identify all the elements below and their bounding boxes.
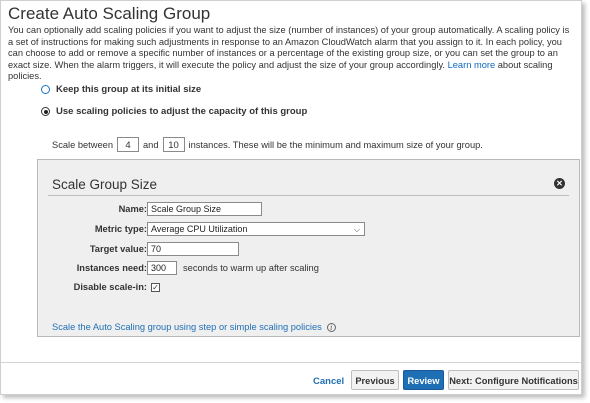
chevron-down-icon: ⌵ bbox=[353, 225, 360, 234]
wizard-page: Create Auto Scaling Group You can option… bbox=[0, 0, 582, 395]
warmup-seconds-input[interactable]: 300 bbox=[147, 261, 177, 275]
disable-scale-in-label: Disable scale-in: bbox=[73, 282, 147, 292]
metric-type-select[interactable]: Average CPU Utilization ⌵ bbox=[147, 222, 365, 236]
target-value-label: Target value: bbox=[89, 244, 147, 254]
info-icon[interactable]: i bbox=[326, 322, 336, 332]
scale-group-size-panel: Scale Group Size ✕ Name: Scale Group Siz… bbox=[37, 159, 580, 337]
page-title: Create Auto Scaling Group bbox=[8, 4, 211, 23]
panel-divider bbox=[48, 195, 569, 196]
use-policies-radio[interactable] bbox=[41, 107, 50, 116]
page-description: You can optionally add scaling policies … bbox=[8, 25, 576, 83]
scale-prefix: Scale between bbox=[52, 139, 113, 150]
warmup-suffix: seconds to warm up after scaling bbox=[183, 263, 319, 273]
scale-between-row: Scale between 4 and 10 instances. These … bbox=[52, 137, 483, 152]
instances-need-label: Instances need: bbox=[76, 263, 147, 273]
learn-more-link[interactable]: Learn more bbox=[448, 60, 496, 70]
close-icon[interactable]: ✕ bbox=[554, 178, 565, 189]
previous-button[interactable]: Previous bbox=[351, 370, 399, 390]
target-value-input[interactable]: 70 bbox=[147, 242, 239, 256]
metric-type-label: Metric type: bbox=[94, 224, 147, 234]
min-size-input[interactable]: 4 bbox=[117, 137, 139, 152]
cancel-link[interactable]: Cancel bbox=[313, 376, 344, 387]
scale-and: and bbox=[143, 139, 159, 150]
policy-name-input[interactable]: Scale Group Size bbox=[147, 202, 262, 216]
step-policy-row: Scale the Auto Scaling group using step … bbox=[52, 322, 336, 332]
scale-suffix: instances. These will be the minimum and… bbox=[188, 139, 483, 150]
keep-initial-radio[interactable] bbox=[41, 85, 50, 94]
use-policies-option[interactable]: Use scaling policies to adjust the capac… bbox=[41, 106, 307, 117]
name-label: Name: bbox=[118, 204, 147, 214]
max-size-input[interactable]: 10 bbox=[162, 137, 185, 152]
disable-scale-in-checkbox[interactable]: ✓ bbox=[151, 283, 160, 292]
panel-title: Scale Group Size bbox=[52, 177, 158, 192]
review-button[interactable]: Review bbox=[403, 370, 444, 390]
metric-type-value: Average CPU Utilization bbox=[151, 224, 248, 234]
use-policies-label: Use scaling policies to adjust the capac… bbox=[56, 106, 308, 117]
footer-divider bbox=[1, 362, 581, 363]
keep-initial-label: Keep this group at its initial size bbox=[56, 84, 202, 95]
step-policy-link[interactable]: Scale the Auto Scaling group using step … bbox=[52, 322, 322, 332]
keep-initial-option[interactable]: Keep this group at its initial size bbox=[41, 84, 201, 95]
next-configure-notifications-button[interactable]: Next: Configure Notifications bbox=[448, 370, 579, 390]
